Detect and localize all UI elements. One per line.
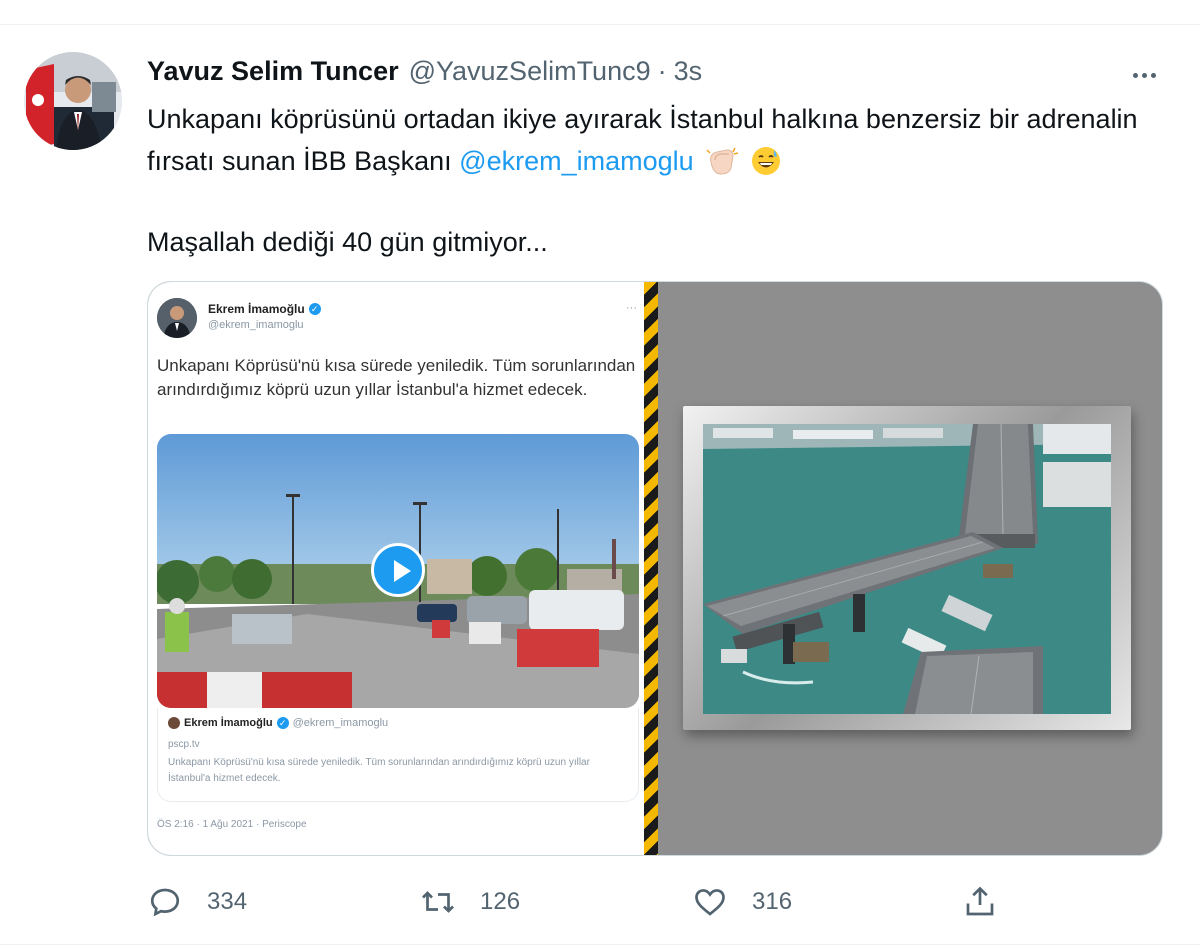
retweet-icon	[422, 891, 454, 913]
tweet-media[interactable]: Ekrem İmamoğlu ✓ @ekrem_imamoglu ··· Unk…	[147, 281, 1163, 856]
author-avatar[interactable]	[24, 52, 122, 150]
link-card-header: Ekrem İmamoğlu ✓ @ekrem_imamoglu	[168, 717, 388, 729]
play-icon	[371, 543, 425, 597]
tweet-actions: 334 126 316	[0, 880, 1200, 924]
share-button[interactable]	[962, 880, 998, 924]
top-divider	[0, 24, 1200, 25]
embedded-author-name: Ekrem İmamoğlu ✓	[208, 302, 321, 316]
mention-link[interactable]: @ekrem_imamoglu	[459, 146, 693, 176]
author-handle[interactable]: @YavuzSelimTunc9	[409, 56, 651, 87]
bridge-photo-frame	[683, 406, 1131, 730]
bridge-aerial-photo	[703, 424, 1111, 714]
tweet-text-line3: Maşallah dediği 40 gün gitmiyor...	[147, 227, 548, 257]
hazard-stripe-divider	[644, 282, 658, 855]
link-card-avatar	[168, 717, 180, 729]
share-icon	[966, 886, 994, 916]
retweet-button[interactable]: 126	[420, 880, 520, 924]
link-card-handle: @ekrem_imamoglu	[292, 717, 389, 729]
embedded-more-icon: ···	[626, 302, 637, 314]
tweet-text: Unkapanı köprüsünü ortadan ikiye ayırara…	[147, 98, 1147, 188]
tweet-time[interactable]: 3s	[674, 56, 703, 87]
link-card-author: Ekrem İmamoğlu	[184, 717, 273, 729]
embedded-author-name-text: Ekrem İmamoğlu	[208, 302, 305, 316]
link-card-source: pscp.tv	[168, 739, 200, 750]
bottom-divider	[0, 944, 1200, 945]
like-button[interactable]: 316	[692, 880, 792, 924]
reply-count: 334	[207, 888, 248, 915]
retweet-count: 126	[480, 888, 521, 915]
link-card-text: Unkapanı Köprüsü'nü kısa sürede yeniledi…	[168, 757, 590, 784]
header-separator: ·	[657, 56, 667, 86]
more-icon[interactable]	[1124, 60, 1164, 90]
like-icon	[695, 889, 725, 916]
author-name[interactable]: Yavuz Selim Tuncer	[147, 56, 399, 87]
reply-icon	[150, 888, 180, 917]
embedded-tweet-text: Unkapanı Köprüsü'nü kısa sürede yeniledi…	[157, 356, 636, 399]
embedded-video	[157, 434, 639, 708]
embedded-author-handle: @ekrem_imamoglu	[208, 319, 304, 331]
embedded-avatar	[157, 298, 197, 338]
embedded-timestamp: ÖS 2:16 · 1 Ağu 2021 · Periscope	[157, 819, 307, 830]
embedded-link-card: Ekrem İmamoğlu ✓ @ekrem_imamoglu pscp.tv…	[157, 708, 639, 802]
clapping-hands-emoji	[705, 146, 739, 188]
reply-button[interactable]: 334	[147, 880, 247, 924]
embedded-tweet-screenshot: Ekrem İmamoğlu ✓ @ekrem_imamoglu ··· Unk…	[148, 282, 644, 855]
grinning-sweat-emoji	[751, 146, 781, 188]
tweet-header: Yavuz Selim Tuncer @YavuzSelimTunc9 · 3s	[147, 56, 702, 90]
like-count: 316	[752, 888, 793, 915]
verified-badge-icon: ✓	[276, 717, 289, 729]
verified-badge-icon: ✓	[308, 303, 321, 315]
